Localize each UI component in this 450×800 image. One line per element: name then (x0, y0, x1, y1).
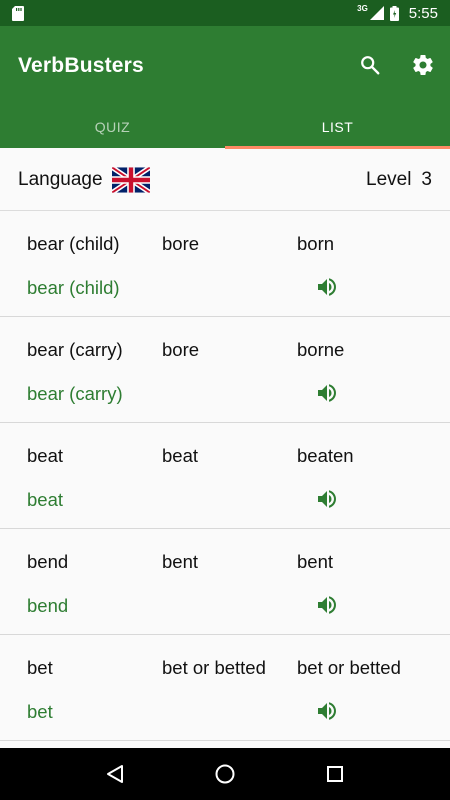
verb-past-simple: bore (162, 339, 200, 360)
filter-header: Language Level 3 (0, 149, 450, 211)
speaker-icon[interactable] (315, 699, 339, 723)
list-item: bear (carry) bore borne bear (carry) (0, 317, 450, 423)
speaker-icon[interactable] (315, 487, 339, 511)
verb-past-participle: born (297, 233, 335, 254)
uk-flag-icon (111, 166, 150, 193)
verb-base-form: beat (27, 445, 64, 466)
verb-translation: bear (child) (27, 277, 120, 298)
tab-quiz[interactable]: QUIZ (0, 106, 225, 148)
list-item: bear (child) bore born bear (child) (0, 211, 450, 317)
system-nav-bar (0, 748, 450, 800)
app-bar: VerbBusters QUIZ LIST (0, 26, 450, 149)
back-icon (107, 765, 123, 783)
level-selector[interactable]: Level 3 (366, 169, 432, 191)
language-selector[interactable]: Language (18, 166, 150, 193)
verb-past-simple: beat (162, 445, 199, 466)
level-value: 3 (421, 168, 432, 190)
settings-button[interactable] (410, 52, 436, 78)
verb-translation: bear (carry) (27, 383, 123, 404)
speaker-icon[interactable] (315, 593, 339, 617)
level-label: Level (366, 168, 412, 190)
search-icon (361, 56, 380, 75)
verb-past-simple: bet or betted (162, 657, 266, 678)
signal-icon (369, 6, 384, 20)
verb-translation: bet (27, 701, 53, 722)
home-button[interactable] (205, 754, 245, 794)
verb-translation: beat (27, 489, 64, 510)
home-icon (215, 764, 235, 784)
sd-card-icon (12, 5, 24, 21)
verb-base-form: bend (27, 551, 69, 572)
speaker-icon[interactable] (315, 381, 339, 405)
network-type-label: 3G (357, 3, 368, 13)
search-button[interactable] (357, 52, 383, 78)
list-item: bet bet or betted bet or betted bet (0, 635, 450, 741)
app-title: VerbBusters (18, 54, 144, 77)
recents-button[interactable] (315, 754, 355, 794)
verb-base-form: bear (child) (27, 233, 120, 254)
settings-icon (413, 55, 433, 76)
tab-list-label: LIST (321, 119, 354, 135)
speaker-icon[interactable] (315, 275, 339, 299)
list-item: beat beat beaten beat (0, 423, 450, 529)
clock-time: 5:55 (408, 4, 438, 22)
back-button[interactable] (95, 754, 135, 794)
battery-icon (389, 5, 399, 21)
verb-past-participle: borne (297, 339, 345, 360)
verb-past-participle: bet or betted (297, 657, 401, 678)
verb-base-form: bet (27, 657, 53, 678)
language-label: Language (18, 168, 103, 190)
list-item: bend bent bent bend (0, 529, 450, 635)
tab-bar: QUIZ LIST (0, 106, 450, 149)
verb-past-simple: bent (162, 551, 199, 572)
status-bar: 3G 5:55 (0, 0, 450, 26)
tab-list[interactable]: LIST (225, 106, 450, 149)
verb-past-participle: beaten (297, 445, 354, 466)
verb-past-simple: bore (162, 233, 200, 254)
verb-list: bear (child) bore born bear (child) bear… (0, 211, 450, 741)
verb-past-participle: bent (297, 551, 334, 572)
tab-quiz-label: QUIZ (94, 119, 131, 135)
recents-icon (327, 766, 343, 782)
verb-translation: bend (27, 595, 69, 616)
verb-base-form: bear (carry) (27, 339, 123, 360)
